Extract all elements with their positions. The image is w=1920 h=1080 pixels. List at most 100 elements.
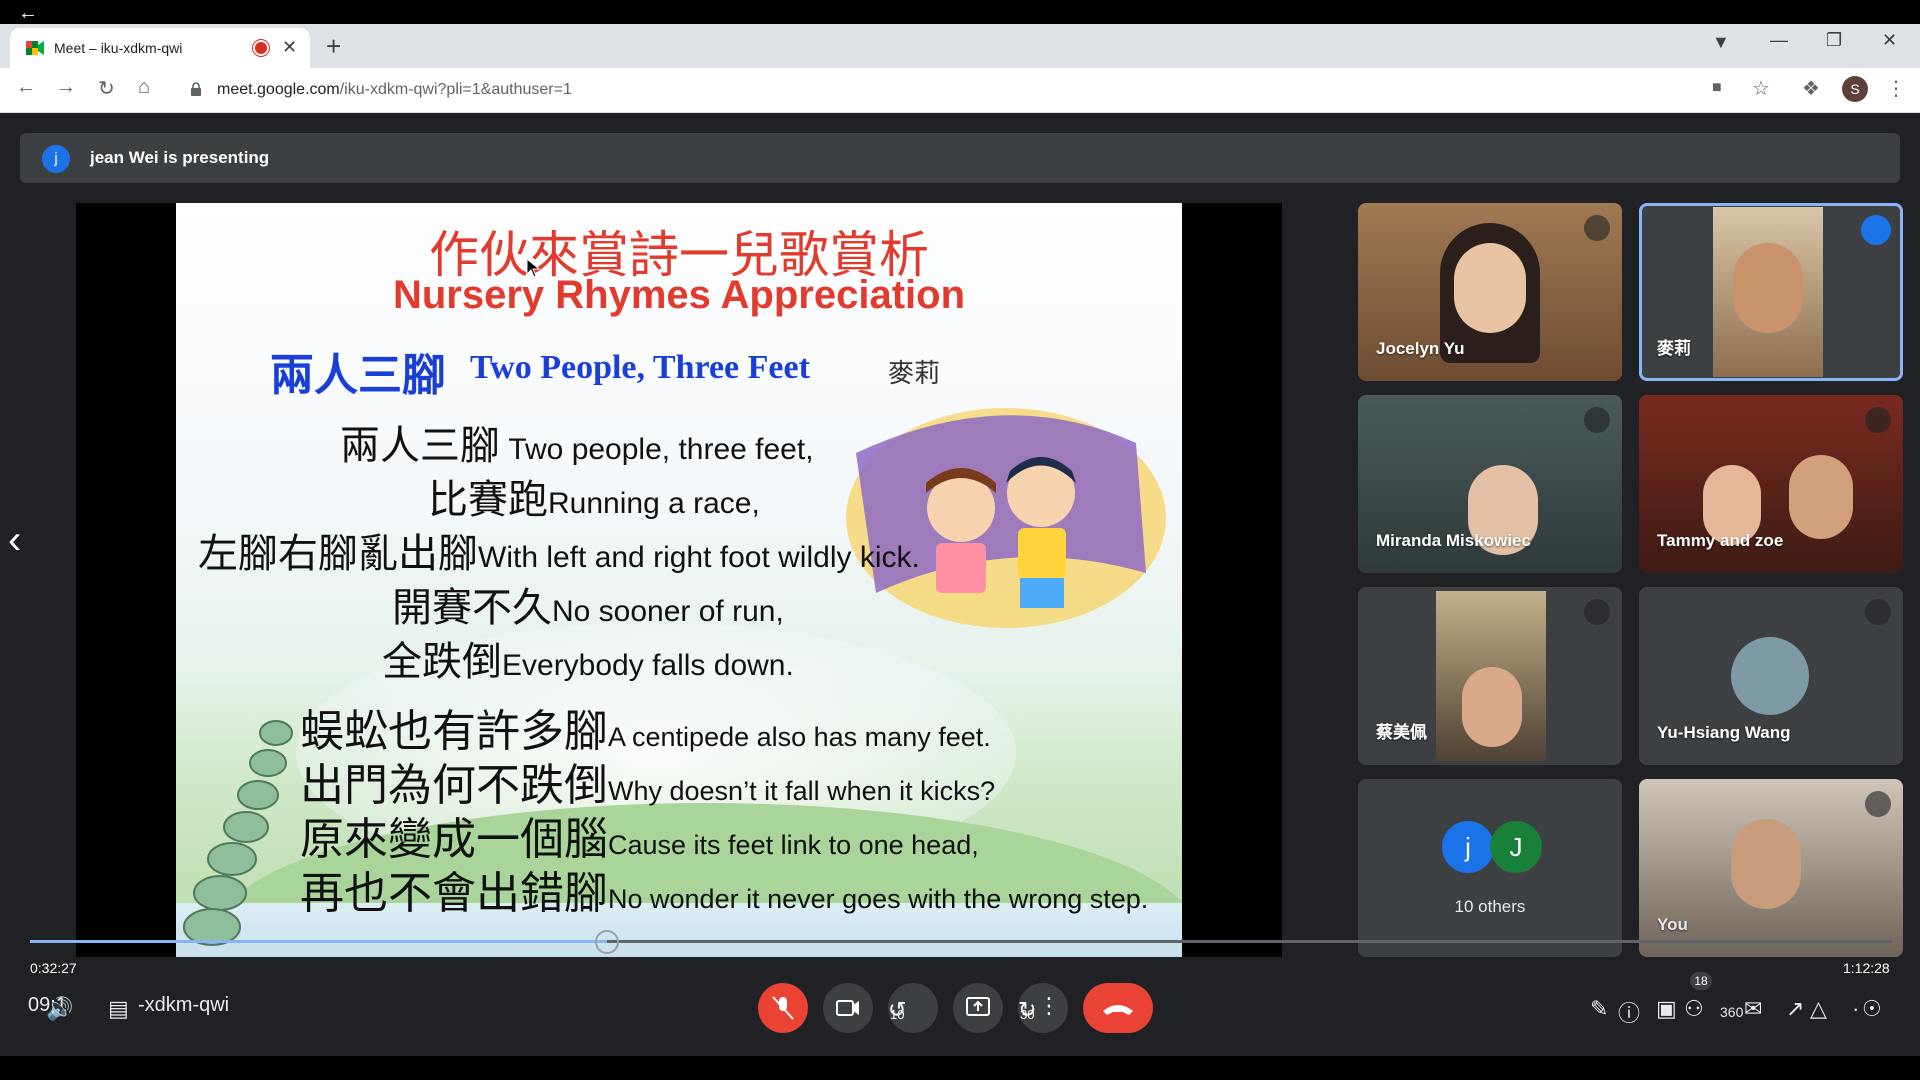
participant-name: 蔡美佩 [1376,723,1427,742]
slide-subtitle-chinese: 兩人三腳 [270,350,446,401]
mic-off-button[interactable] [758,983,808,1033]
restore-icon[interactable]: ❐ [1826,30,1842,51]
participant-name: Yu-Hsiang Wang [1657,723,1791,742]
presenting-text: jean Wei is presenting [90,148,270,167]
camera-button[interactable] [823,983,873,1033]
muted-mic-icon [1865,599,1891,625]
playback-track[interactable] [30,940,1892,943]
muted-mic-icon [1584,407,1610,433]
volume-icon[interactable]: 🔊 [46,996,73,1022]
presenter-avatar: j [42,145,70,173]
slide-title-english: Nursery Rhymes Appreciation [392,273,966,317]
back-arrow-icon[interactable]: ← [18,2,38,25]
slide-author: 麥莉 [888,359,941,389]
top-strip: ← [0,0,1920,24]
reload-icon[interactable]: ↻ [98,76,115,101]
participant-name: 麥莉 [1657,339,1691,358]
tab-search-icon[interactable]: ▼ [1712,32,1730,53]
poem-line: 開賽不久No sooner of run, [392,585,784,631]
close-tab-icon[interactable]: ✕ [282,37,297,58]
muted-mic-icon [1584,215,1610,241]
participant-tile[interactable]: Yu-Hsiang Wang [1639,587,1903,765]
bookmark-star-icon[interactable]: ☆ [1752,76,1770,101]
home-icon[interactable]: ⌂ [138,76,150,99]
poem-line: 兩人三腳 Two people, three feet, [340,423,814,469]
hang-up-icon [1103,1005,1133,1015]
video-camera-icon [836,1000,859,1016]
captions-icon[interactable]: ▤ [108,996,129,1022]
present-button[interactable] [953,983,1003,1033]
url-text: meet.google.com/iku-xdkm-qwi?pli=1&authu… [217,81,572,98]
camera-icon[interactable]: ■ [1712,79,1722,97]
meet-favicon-icon [26,41,44,55]
address-bar[interactable]: meet.google.com/iku-xdkm-qwi?pli=1&authu… [180,76,1700,104]
previous-arrow-icon[interactable]: ‹ [8,518,21,563]
rewind-label: 10 [890,1007,905,1022]
more-vert-icon: ⋮ [1038,993,1060,1018]
participant-name: Tammy and zoe [1657,531,1784,550]
info-icon[interactable]: ⓘ [1618,996,1640,1028]
pencil-icon[interactable]: ✎ [1590,996,1608,1022]
more-options-button[interactable]: ↻ 30 ⋮ [1018,983,1068,1033]
playback-knob[interactable] [595,930,619,954]
bottom-strip [0,1056,1920,1080]
speaking-indicator-icon [1861,215,1891,245]
muted-mic-icon [1865,791,1891,817]
recording-icon [255,42,267,54]
participant-tile[interactable]: Tammy and zoe [1639,395,1903,573]
leave-call-button[interactable] [1083,983,1153,1033]
poem-line: 全跌倒Everybody falls down. [382,639,794,685]
kids-illustration [846,408,1166,628]
extensions-icon[interactable]: ❖ [1802,76,1820,101]
expand-icon[interactable]: ↗ [1786,996,1804,1022]
close-window-icon[interactable]: ✕ [1882,30,1897,51]
lock-icon [191,82,201,96]
activities-icon[interactable]: △ [1810,996,1827,1022]
participant-name: You [1657,915,1688,934]
muted-mic-icon [1584,599,1610,625]
others-avatar: j [1442,821,1494,873]
participant-tile[interactable]: 蔡美佩 [1358,587,1622,765]
others-tile[interactable]: j J 10 others [1358,779,1622,957]
elapsed-time: 0:32:27 [30,960,77,976]
meeting-code: -xdkm-qwi [138,994,230,1016]
presentation-slide: 作伙來賞詩一兒歌賞析 Nursery Rhymes Appreciation 兩… [176,203,1182,957]
vr-label[interactable]: 360 [1720,1004,1743,1020]
host-controls-icon[interactable]: ☉ [1862,996,1882,1022]
participant-tile[interactable]: Miranda Miskowiec [1358,395,1622,573]
presenting-banner: j jean Wei is presenting [20,133,1900,183]
raise-hand-button[interactable]: ↺ 10 [888,983,938,1033]
more-icon[interactable]: · [1852,996,1859,1022]
slide-subtitle-english: Two People, Three Feet [470,349,810,386]
back-icon[interactable]: ← [16,76,36,99]
others-avatar: J [1490,821,1542,873]
poem-line: 比賽跑Running a race, [428,477,760,523]
mouse-cursor-icon [526,258,540,278]
chat-icon[interactable]: ✉ [1744,996,1762,1022]
muted-mic-icon [1865,407,1891,433]
centipede-illustration [183,720,293,946]
participant-name: Jocelyn Yu [1376,339,1465,358]
self-tile[interactable]: You [1639,779,1903,957]
poem-line: 再也不會出錯腳No wonder it never goes with the … [300,868,1149,919]
cast-icon[interactable]: ▣ [1656,996,1677,1022]
participant-tile[interactable]: Jocelyn Yu [1358,203,1622,381]
browser-tab[interactable]: Meet – iku-xdkm-qwi ✕ [10,28,310,68]
forward-label: 30 [1020,1007,1035,1022]
total-time: 1:12:28 [1843,960,1890,976]
participant-tile[interactable]: 麥莉 [1639,203,1903,381]
menu-icon[interactable]: ⋮ [1886,76,1906,101]
poem-line: 左腳右腳亂出腳With left and right foot wildly k… [198,531,920,577]
mic-off-icon [772,996,794,1020]
present-screen-icon [966,997,990,1016]
playback-fill [30,940,607,943]
others-label: 10 others [1454,897,1526,916]
tab-title: Meet – iku-xdkm-qwi [54,40,183,56]
people-icon[interactable]: ⚇ [1684,996,1704,1022]
new-tab-icon[interactable]: + [326,31,341,62]
forward-icon[interactable]: → [56,76,76,99]
participant-name: Miranda Miskowiec [1376,531,1531,550]
people-count-badge: 18 [1690,972,1712,990]
minimize-icon[interactable]: — [1770,30,1788,51]
profile-avatar[interactable]: S [1842,76,1868,102]
